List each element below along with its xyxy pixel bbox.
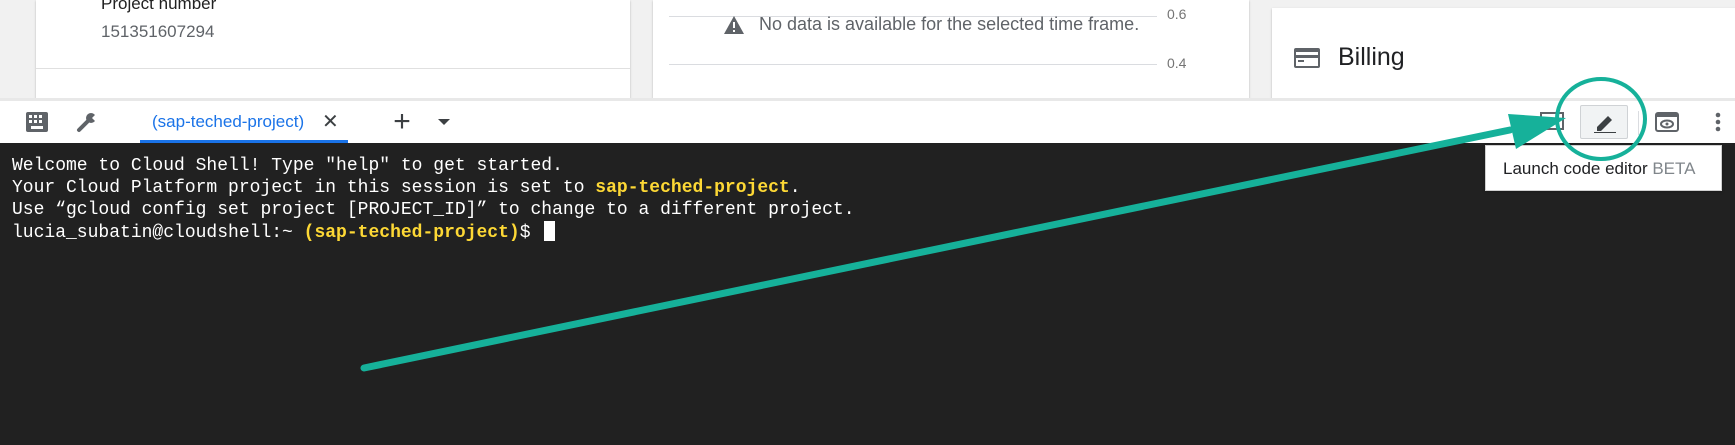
console-dashboard: Project number 151351607294 0.6 0.4 No d… <box>0 0 1735 103</box>
warning-icon <box>724 15 744 34</box>
credit-card-icon <box>1294 48 1320 68</box>
tooltip-text: Launch code editor BETA <box>1503 159 1695 179</box>
web-preview-icon[interactable] <box>1652 101 1682 143</box>
close-icon[interactable]: ✕ <box>322 109 339 134</box>
terminal-cursor <box>544 221 556 241</box>
tooltip-label: Launch code editor <box>1503 159 1648 178</box>
no-data-message: No data is available for the selected ti… <box>759 14 1140 34</box>
wrench-icon[interactable] <box>72 101 102 143</box>
tab-sap-teched-project[interactable]: (sap-teched-project) ✕ <box>140 101 348 143</box>
prompt-project: (sap-teched-project) <box>303 223 520 243</box>
launch-code-editor-tooltip: Launch code editor BETA <box>1485 145 1722 191</box>
more-vert-icon[interactable] <box>1708 101 1728 143</box>
toolbar-divider <box>1638 111 1639 135</box>
add-tab-button[interactable]: + <box>388 101 416 143</box>
project-number-label: Project number <box>101 0 217 13</box>
pencil-icon <box>1594 116 1616 133</box>
terminal-text: Your Cloud Platform project in this sess… <box>12 178 596 198</box>
tab-label: (sap-teched-project) <box>152 112 305 131</box>
card-divider <box>36 68 630 69</box>
terminal-text: . <box>789 178 801 198</box>
chart-gridline <box>669 64 1157 65</box>
chart-tick-label: 0.4 <box>1167 55 1187 71</box>
chevron-down-icon[interactable] <box>432 101 456 143</box>
prompt-symbol: $ <box>519 223 542 243</box>
screen-icon[interactable] <box>1538 101 1568 143</box>
project-info-card: Project number 151351607294 <box>36 0 630 98</box>
terminal-prompt: lucia_subatin@cloudshell:~ (sap-teched-p… <box>12 221 1735 243</box>
terminal-line: Welcome to Cloud Shell! Type "help" to g… <box>12 156 563 176</box>
prompt-user: lucia_subatin@cloudshell:~ <box>12 223 304 243</box>
terminal-project-highlight: sap-teched-project <box>595 178 790 198</box>
project-number-value: 151351607294 <box>101 22 215 41</box>
launch-code-editor-button[interactable] <box>1580 105 1628 139</box>
billing-title: Billing <box>1338 43 1405 71</box>
metrics-chart-card: 0.6 0.4 No data is available for the sel… <box>653 0 1249 98</box>
cloud-shell-toolbar: (sap-teched-project) ✕ + <box>0 98 1735 143</box>
terminal-line: Your Cloud Platform project in this sess… <box>12 177 1735 199</box>
chart-tick-label: 0.6 <box>1167 6 1187 22</box>
cloud-shell-terminal[interactable]: Welcome to Cloud Shell! Type "help" to g… <box>0 143 1735 445</box>
no-data-notice: No data is available for the selected ti… <box>723 14 1139 35</box>
keyboard-icon[interactable] <box>22 101 52 143</box>
beta-badge: BETA <box>1652 159 1696 178</box>
terminal-line: Use “gcloud config set project [PROJECT_… <box>12 200 855 220</box>
billing-card[interactable]: Billing <box>1272 8 1735 103</box>
